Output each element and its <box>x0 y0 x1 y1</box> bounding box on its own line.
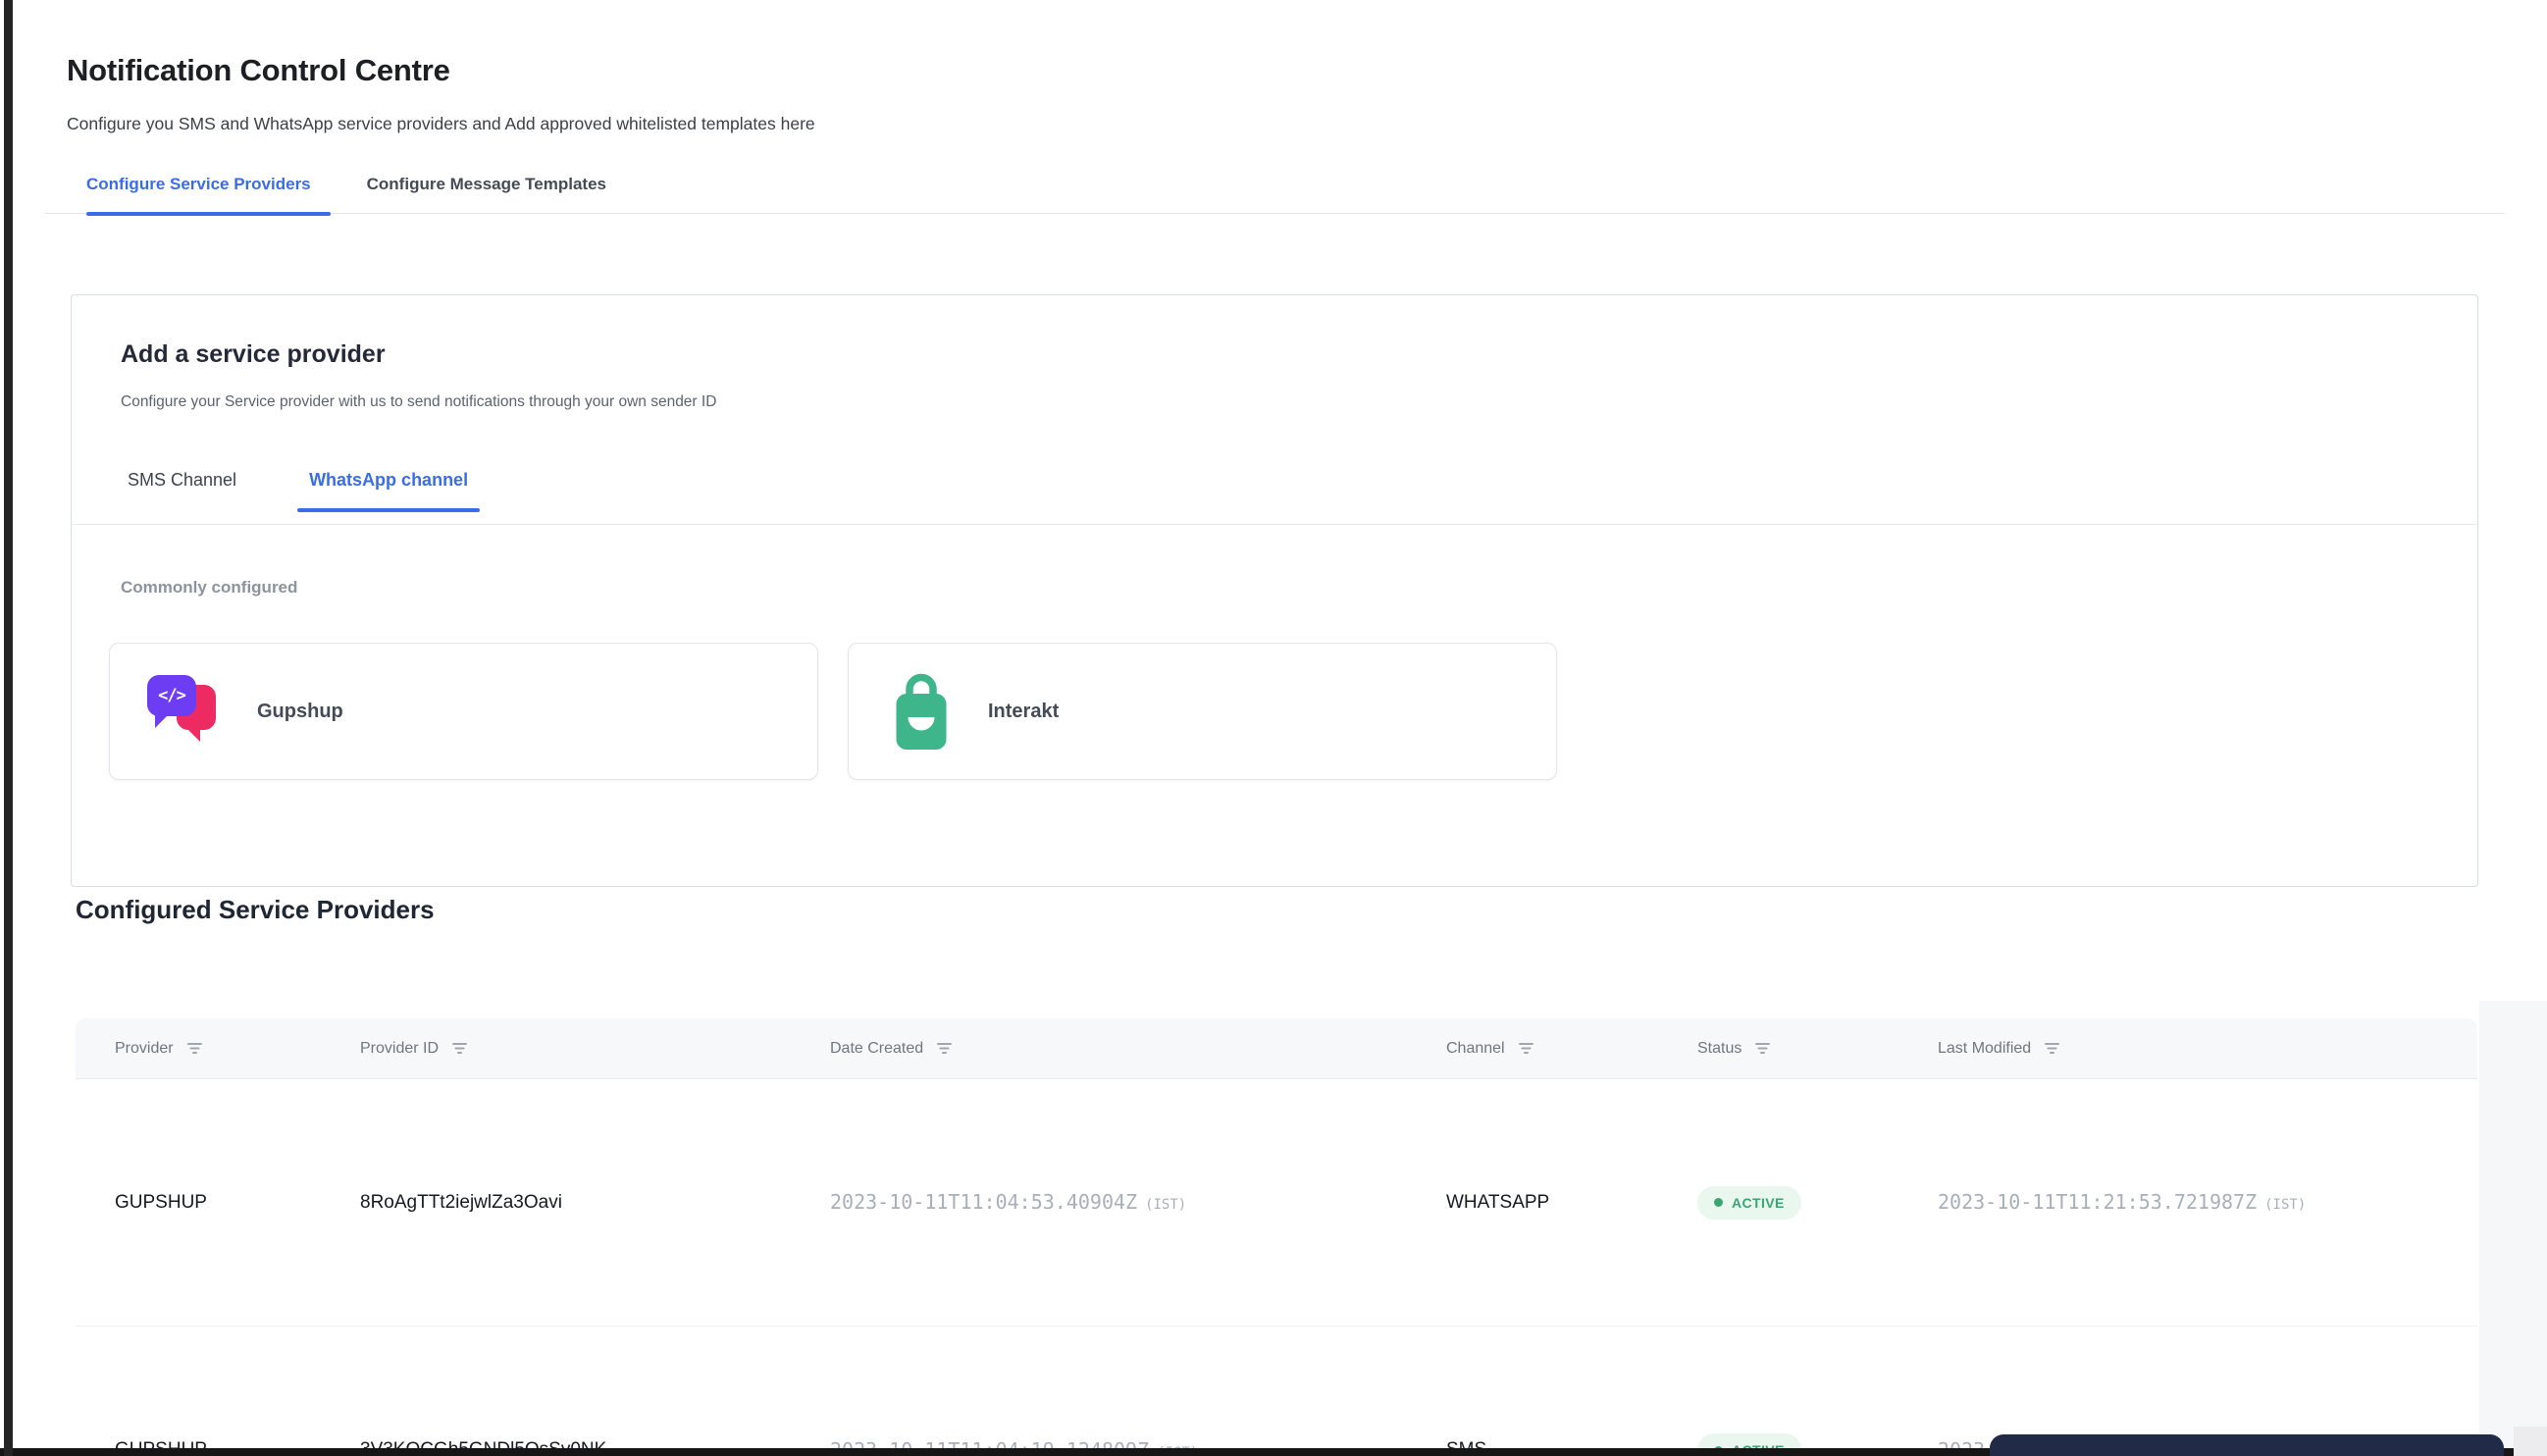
provider-card-interakt[interactable]: Interakt <box>848 643 1557 780</box>
provider-name: Gupshup <box>257 701 343 723</box>
provider-card-gupshup[interactable]: </> Gupshup <box>109 643 818 780</box>
tab-configure-message-templates[interactable]: Configure Message Templates <box>367 175 606 216</box>
channel-tabbar: SMS Channel WhatsApp channel <box>116 464 480 510</box>
status-dot-icon <box>1714 1198 1723 1207</box>
column-header-provider: Provider <box>76 1040 321 1058</box>
column-header-last-modified: Last Modified <box>1898 1040 2477 1058</box>
provider-card-row: </> Gupshup Interakt <box>109 643 1557 780</box>
page-title: Notification Control Centre <box>67 53 450 88</box>
card-subheading: Configure your Service provider with us … <box>121 393 716 411</box>
notification-control-centre-page: Notification Control Centre Configure yo… <box>0 0 2547 1456</box>
provider-name: Interakt <box>988 701 1059 723</box>
cell-date-created: 2023-10-11T11:04:53.40904Z (IST) <box>791 1190 1407 1215</box>
column-header-status: Status <box>1658 1040 1898 1058</box>
timezone-label: (IST) <box>2264 1197 2306 1213</box>
cell-provider: GUPSHUP <box>76 1192 321 1214</box>
cell-last-modified: 2023-10-11T11:21:53.721987Z (IST) <box>1898 1190 2477 1215</box>
add-service-provider-card: Add a service provider Configure your Se… <box>71 294 2478 887</box>
cell-status: ACTIVE <box>1658 1186 1898 1220</box>
filter-icon[interactable] <box>1755 1042 1770 1055</box>
filter-icon[interactable] <box>452 1042 467 1055</box>
tab-sms-channel[interactable]: SMS Channel <box>116 464 248 510</box>
interakt-bag-icon <box>886 669 957 754</box>
filter-icon[interactable] <box>187 1042 202 1055</box>
left-edge-strip <box>4 0 13 1456</box>
page-subtitle: Configure you SMS and WhatsApp service p… <box>67 114 815 134</box>
timestamp: 2023-10-11T11:21:53.721987Z <box>1938 1190 2257 1214</box>
filter-icon[interactable] <box>937 1042 952 1055</box>
gupshup-purple-bubble: </> <box>147 675 196 716</box>
status-label: ACTIVE <box>1732 1195 1785 1211</box>
column-header-provider-id: Provider ID <box>321 1040 791 1058</box>
status-badge: ACTIVE <box>1697 1186 1801 1220</box>
bottom-widget-peek[interactable] <box>1990 1434 2504 1456</box>
timestamp: 2023-10-11T11:04:53.40904Z <box>830 1190 1137 1214</box>
configured-providers-heading: Configured Service Providers <box>76 895 435 925</box>
channel-tabs-divider <box>72 524 2477 525</box>
bottom-right-corner <box>2514 1427 2547 1456</box>
main-tabbar: Configure Service Providers Configure Me… <box>86 175 606 216</box>
column-header-date-created: Date Created <box>791 1040 1407 1058</box>
column-header-channel: Channel <box>1407 1040 1658 1058</box>
tab-whatsapp-channel[interactable]: WhatsApp channel <box>297 464 480 510</box>
right-gutter <box>2479 1001 2547 1456</box>
filter-icon[interactable] <box>2045 1042 2059 1055</box>
code-glyph: </> <box>158 686 185 705</box>
card-heading: Add a service provider <box>121 340 386 369</box>
gupshup-chat-bubbles-icon: </> <box>147 669 226 754</box>
configured-providers-table: Provider Provider ID Date Created Channe… <box>76 1018 2477 1456</box>
table-row[interactable]: GUPSHUP 8RoAgTTt2iejwlZa3Oavi 2023-10-11… <box>76 1079 2477 1326</box>
table-header-row: Provider Provider ID Date Created Channe… <box>76 1018 2477 1079</box>
filter-icon[interactable] <box>1519 1042 1533 1055</box>
cell-provider-id: 8RoAgTTt2iejwlZa3Oavi <box>321 1192 791 1214</box>
commonly-configured-label: Commonly configured <box>121 578 297 598</box>
cell-channel: WHATSAPP <box>1407 1192 1658 1214</box>
timezone-label: (IST) <box>1145 1197 1186 1213</box>
tab-configure-service-providers[interactable]: Configure Service Providers <box>86 175 311 216</box>
